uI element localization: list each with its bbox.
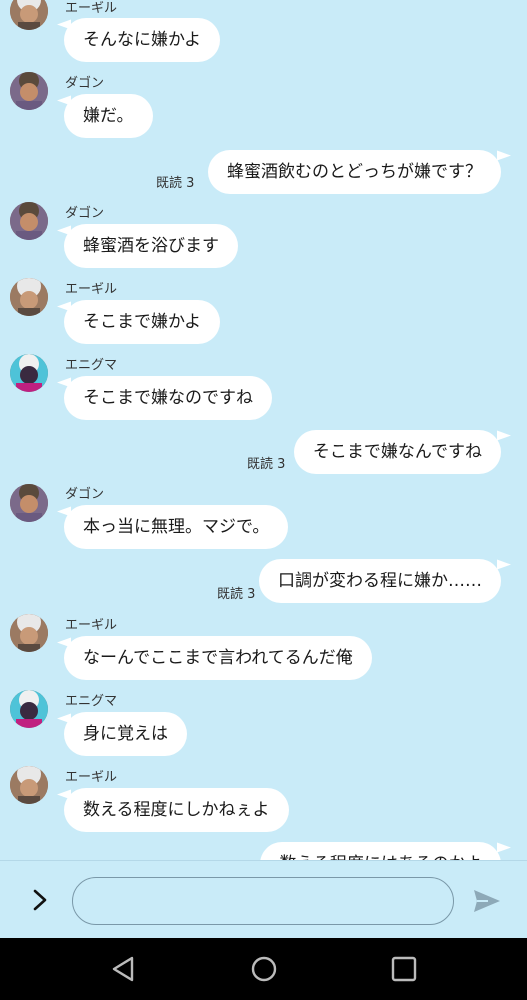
chevron-right-icon[interactable] xyxy=(30,885,50,915)
back-triangle-icon[interactable] xyxy=(108,954,138,984)
home-circle-icon[interactable] xyxy=(249,954,279,984)
message-bubble[interactable]: 蜂蜜酒飲むのとどっちが嫌です？ xyxy=(208,150,501,194)
sender-name: エーギル xyxy=(65,770,118,785)
dagon-avatar[interactable] xyxy=(10,202,48,240)
sender-name: エニグマ xyxy=(65,358,118,373)
dagon-avatar[interactable] xyxy=(10,484,48,522)
sender-name: エーギル xyxy=(65,282,118,297)
message-bubble[interactable]: 口調が変わる程に嫌か…… xyxy=(259,559,501,603)
sender-name: エーギル xyxy=(65,1,118,16)
chat-area[interactable]: エーギル そんなに嫌かよ ダゴン 嫌だ。 既読 3 蜂蜜酒飲むのとどっちが嫌です… xyxy=(0,0,527,860)
message-bubble[interactable]: 蜂蜜酒を浴びます xyxy=(64,224,238,268)
aegir-avatar[interactable] xyxy=(10,766,48,804)
message-bubble[interactable]: そこまで嫌かよ xyxy=(64,300,221,344)
read-receipt: 既読 3 xyxy=(156,176,195,191)
recents-square-icon[interactable] xyxy=(389,954,419,984)
sender-name: ダゴン xyxy=(65,76,105,91)
message-bubble[interactable]: 嫌だ。 xyxy=(64,94,153,138)
enigma-avatar[interactable] xyxy=(10,354,48,392)
aegir-avatar[interactable] xyxy=(10,614,48,652)
input-bar xyxy=(0,860,527,938)
message-bubble[interactable]: そこまで嫌なんですね xyxy=(293,430,501,474)
send-icon[interactable] xyxy=(472,887,502,915)
message-bubble[interactable]: 本っ当に無理。マジで。 xyxy=(64,505,289,549)
sender-name: ダゴン xyxy=(65,206,105,221)
message-input[interactable] xyxy=(72,877,454,925)
message-bubble[interactable]: そこまで嫌なのですね xyxy=(64,376,272,420)
message-bubble[interactable]: 数える程度にしかねぇよ xyxy=(64,788,289,832)
message-bubble[interactable]: 身に覚えは xyxy=(64,712,187,756)
sender-name: ダゴン xyxy=(65,487,105,502)
aegir-avatar[interactable] xyxy=(10,278,48,316)
message-bubble[interactable]: なーんでここまで言われてるんだ俺 xyxy=(64,636,372,680)
message-bubble[interactable]: そんなに嫌かよ xyxy=(64,18,221,62)
system-nav-bar xyxy=(0,938,527,1000)
message-bubble[interactable]: 数える程度にはあるのかよ xyxy=(260,842,501,860)
read-receipt: 既読 3 xyxy=(217,587,256,602)
dagon-avatar[interactable] xyxy=(10,72,48,110)
sender-name: エニグマ xyxy=(65,694,118,709)
aegir-avatar[interactable] xyxy=(10,0,48,30)
enigma-avatar[interactable] xyxy=(10,690,48,728)
sender-name: エーギル xyxy=(65,618,118,633)
read-receipt: 既読 3 xyxy=(247,457,286,472)
